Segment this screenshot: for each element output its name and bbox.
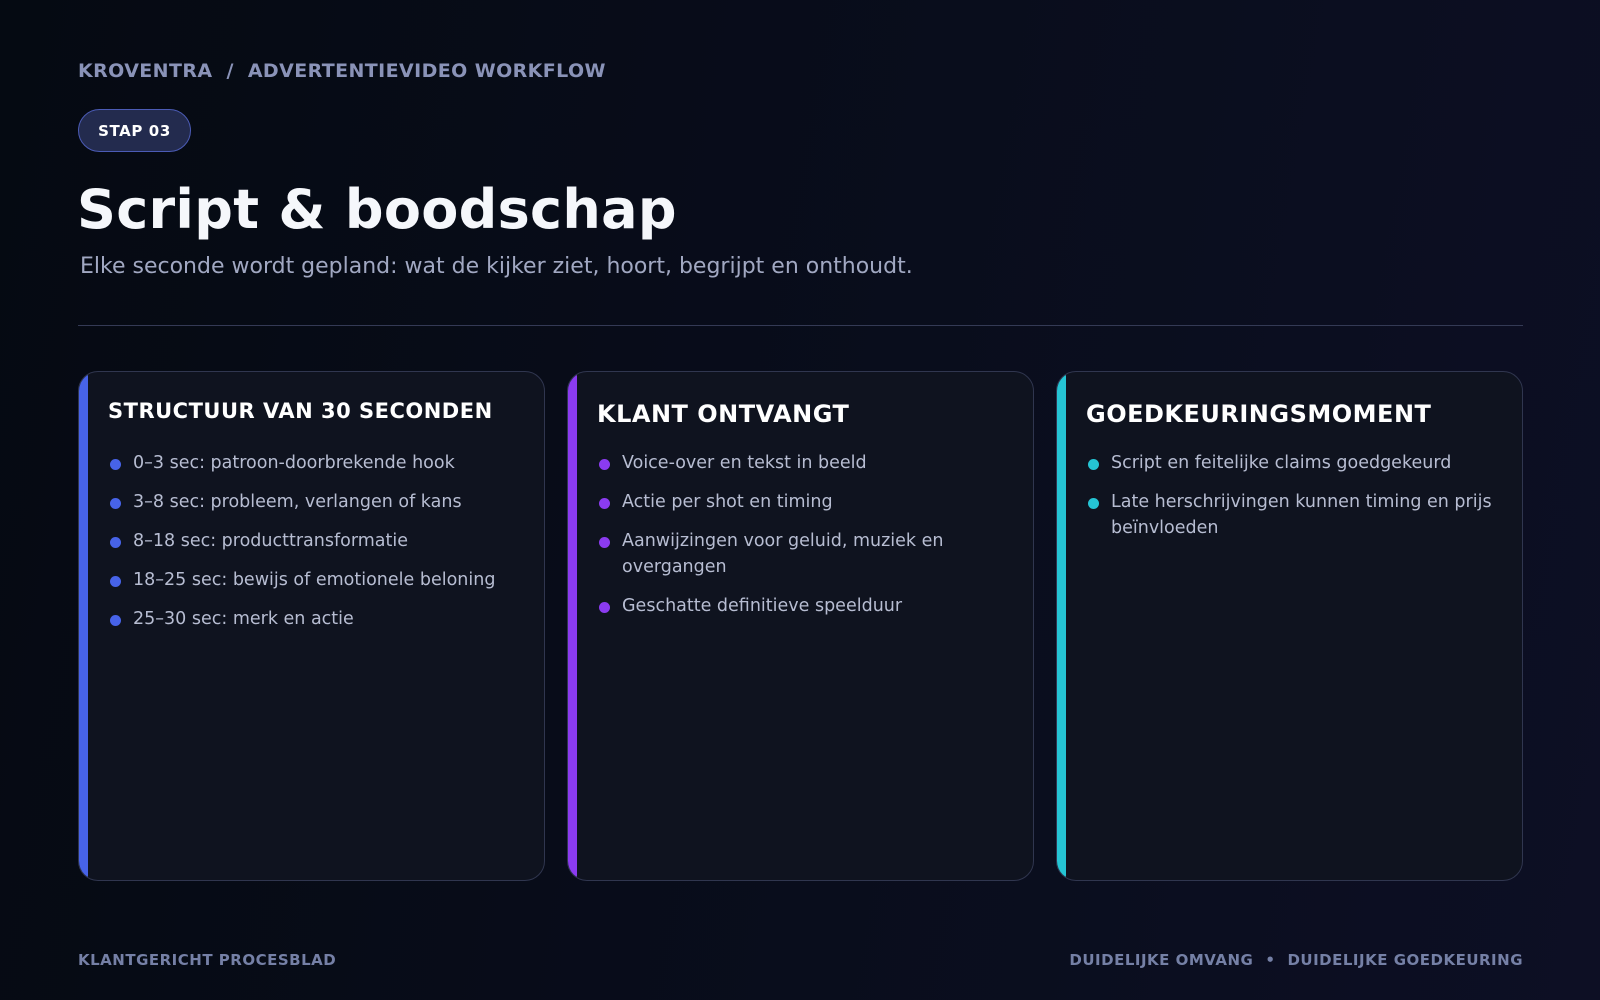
list-item-text: 18–25 sec: bewijs of emotionele beloning xyxy=(133,570,496,590)
step-badge: STAP 03 xyxy=(78,109,191,152)
bullet-dot-icon xyxy=(1088,498,1099,509)
list-item: Voice-over en tekst in beeld xyxy=(597,450,1013,476)
bullet-dot-icon xyxy=(110,576,121,587)
footer-tagline: DUIDELIJKE OMVANG • DUIDELIJKE GOEDKEURING xyxy=(1069,951,1523,969)
breadcrumb-section[interactable]: ADVERTENTIEVIDEO WORKFLOW xyxy=(248,60,606,82)
card-accent-bar xyxy=(79,372,88,880)
bullet-dot-icon xyxy=(110,615,121,626)
card-heading: GOEDKEURINGSMOMENT xyxy=(1086,400,1432,428)
card-accent-bar xyxy=(1057,372,1066,880)
list-item: Late herschrijvingen kunnen timing en pr… xyxy=(1086,489,1502,541)
list-item: Script en feitelijke claims goedgekeurd xyxy=(1086,450,1502,476)
bullet-dot-icon xyxy=(110,537,121,548)
breadcrumb-separator: / xyxy=(226,60,234,82)
footer-tagline-scope: DUIDELIJKE OMVANG xyxy=(1069,951,1254,969)
card-approval-moment: GOEDKEURINGSMOMENT Script en feitelijke … xyxy=(1056,371,1523,881)
card-structure: STRUCTUUR VAN 30 SECONDEN 0–3 sec: patro… xyxy=(78,371,545,881)
card-heading: STRUCTUUR VAN 30 SECONDEN xyxy=(108,399,493,423)
footer-tagline-approval: DUIDELIJKE GOEDKEURING xyxy=(1287,951,1523,969)
list-item: 3–8 sec: probleem, verlangen of kans xyxy=(108,489,524,515)
breadcrumb-brand[interactable]: KROVENTRA xyxy=(78,60,212,82)
list-item: 25–30 sec: merk en actie xyxy=(108,606,524,632)
list-item-text: Actie per shot en timing xyxy=(622,492,833,512)
list-item: 8–18 sec: producttransformatie xyxy=(108,528,524,554)
list-item: 0–3 sec: patroon-doorbrekende hook xyxy=(108,450,524,476)
bullet-dot-icon xyxy=(599,459,610,470)
card-list: Script en feitelijke claims goedgekeurd … xyxy=(1086,450,1502,554)
list-item: Actie per shot en timing xyxy=(597,489,1013,515)
list-item-text: Geschatte definitieve speelduur xyxy=(622,596,903,616)
list-item-text: Aanwijzingen voor geluid, muziek en over… xyxy=(622,531,944,577)
page-title: Script & boodschap xyxy=(77,178,677,241)
card-accent-bar xyxy=(568,372,577,880)
page-subtitle: Elke seconde wordt gepland: wat de kijke… xyxy=(80,254,913,279)
header-divider xyxy=(78,325,1523,326)
list-item-text: Voice-over en tekst in beeld xyxy=(622,453,867,473)
process-sheet: KROVENTRA / ADVERTENTIEVIDEO WORKFLOW STAP… xyxy=(0,0,1600,1000)
bullet-dot-icon xyxy=(1088,459,1099,470)
list-item-text: 8–18 sec: producttransformatie xyxy=(133,531,408,551)
bullet-dot-icon xyxy=(110,498,121,509)
bullet-dot-icon xyxy=(599,537,610,548)
breadcrumb: KROVENTRA / ADVERTENTIEVIDEO WORKFLOW xyxy=(78,60,606,82)
card-heading: KLANT ONTVANGT xyxy=(597,400,850,428)
list-item-text: 0–3 sec: patroon-doorbrekende hook xyxy=(133,453,455,473)
bullet-dot-icon xyxy=(599,498,610,509)
footer-label: KLANTGERICHT PROCESBLAD xyxy=(78,951,337,969)
list-item: Aanwijzingen voor geluid, muziek en over… xyxy=(597,528,1013,580)
bullet-dot-icon xyxy=(110,459,121,470)
list-item: Geschatte definitieve speelduur xyxy=(597,593,1013,619)
footer-bullet: • xyxy=(1265,951,1276,969)
card-list: Voice-over en tekst in beeld Actie per s… xyxy=(597,450,1013,632)
card-client-receives: KLANT ONTVANGT Voice-over en tekst in be… xyxy=(567,371,1034,881)
bullet-dot-icon xyxy=(599,602,610,613)
list-item: 18–25 sec: bewijs of emotionele beloning xyxy=(108,567,524,593)
list-item-text: 3–8 sec: probleem, verlangen of kans xyxy=(133,492,462,512)
list-item-text: Late herschrijvingen kunnen timing en pr… xyxy=(1111,492,1492,538)
list-item-text: Script en feitelijke claims goedgekeurd xyxy=(1111,453,1452,473)
card-list: 0–3 sec: patroon-doorbrekende hook 3–8 s… xyxy=(108,450,524,645)
list-item-text: 25–30 sec: merk en actie xyxy=(133,609,354,629)
